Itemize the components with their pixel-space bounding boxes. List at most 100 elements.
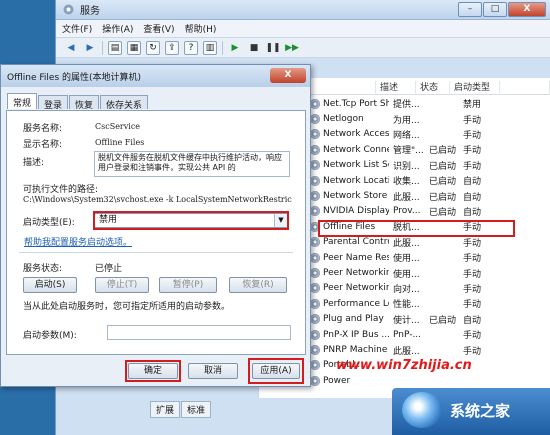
menu-action[interactable]: 操作(A) <box>102 22 133 35</box>
service-description: 此服... <box>393 238 420 249</box>
cancel-button[interactable]: 取消 <box>188 363 238 379</box>
start-service-icon[interactable]: ▶ <box>228 41 242 55</box>
description-label: 描述: <box>23 158 45 168</box>
dialog-tabs: 常规 登录 恢复 依存关系 <box>7 93 149 111</box>
column-header-startup[interactable]: 启动类型 <box>450 81 500 95</box>
menu-help[interactable]: 帮助(H) <box>185 22 217 35</box>
service-status: 已启动 <box>429 192 457 203</box>
service-gear-icon <box>310 144 320 155</box>
service-name: Peer Name Res... <box>323 252 389 263</box>
watermark-url: www.win7zhijia.cn <box>336 358 472 373</box>
service-startup-type: 手动 <box>463 331 482 342</box>
service-name: Network Access ... <box>323 129 389 140</box>
service-name-value: CscService <box>95 122 141 131</box>
service-status: 已启动 <box>429 207 457 218</box>
services-toolbar: ◀ ▶ ▤ ▦ ↻ ⇪ ? ▥ ▶ ■ ❚❚ ▶▶ <box>56 38 550 58</box>
properties-dialog: Offline Files 的属性(本地计算机) X 常规 登录 恢复 依存关系… <box>0 64 311 387</box>
service-gear-icon <box>310 298 320 309</box>
toolbar-separator <box>222 40 223 55</box>
startup-type-highlight <box>93 211 289 230</box>
close-button[interactable]: X <box>508 2 546 17</box>
tab-extended[interactable]: 扩展 <box>150 401 181 418</box>
maximize-button[interactable]: □ <box>483 2 507 17</box>
window-caption-buttons: – □ X <box>457 2 546 17</box>
help-config-link[interactable]: 帮助我配置服务启动选项。 <box>24 235 132 248</box>
service-name: Performance Lo... <box>323 298 389 309</box>
service-startup-type: 手动 <box>463 254 482 265</box>
service-startup-type: 手动 <box>463 269 482 280</box>
service-status-label: 服务状态: <box>23 264 63 274</box>
stop-button[interactable]: 停止(T) <box>95 277 149 293</box>
service-startup-type: 手动 <box>463 161 482 172</box>
service-description: 识别... <box>393 161 420 172</box>
services-title: 服务 <box>80 6 100 17</box>
tab-recovery[interactable]: 恢复 <box>69 95 100 111</box>
start-button[interactable]: 启动(S) <box>23 277 77 293</box>
service-name: Netlogon <box>323 114 364 125</box>
service-startup-type: 禁用 <box>463 100 482 111</box>
service-name: NVIDIA Display ... <box>323 206 389 217</box>
start-param-hint: 当从此处启动服务时，您可指定所适用的启动参数。 <box>23 302 231 312</box>
back-arrow-icon[interactable]: ◀ <box>64 41 78 55</box>
service-name: Network Locatio... <box>323 175 389 186</box>
service-description: 此服... <box>393 346 420 357</box>
show-hide-icon[interactable]: ▥ <box>203 40 217 55</box>
menu-file[interactable]: 文件(F) <box>62 22 92 35</box>
service-status: 已启动 <box>429 146 457 157</box>
restart-service-icon[interactable]: ▶▶ <box>285 41 299 55</box>
startup-type-label: 启动类型(E): <box>23 218 75 228</box>
service-gear-icon <box>310 191 320 202</box>
pause-service-icon[interactable]: ❚❚ <box>265 41 280 55</box>
service-gear-icon <box>310 160 320 171</box>
service-description: 此服... <box>393 192 420 203</box>
service-startup-type: 手动 <box>463 238 482 249</box>
service-gear-icon <box>310 345 320 356</box>
column-header-description[interactable]: 描述 <box>376 81 416 95</box>
start-params-input[interactable] <box>107 325 291 340</box>
properties-icon[interactable]: ▦ <box>127 40 141 55</box>
dialog-title: Offline Files 的属性(本地计算机) <box>1 65 310 87</box>
display-name-value: Offline Files <box>95 138 145 147</box>
column-header-status[interactable]: 状态 <box>416 81 450 95</box>
service-name: Power <box>323 375 351 386</box>
export-list-icon[interactable]: ⇪ <box>165 40 179 55</box>
tab-general[interactable]: 常规 <box>7 93 38 109</box>
tab-logon[interactable]: 登录 <box>38 95 69 111</box>
forward-arrow-icon[interactable]: ▶ <box>83 41 97 55</box>
service-description: 使计... <box>393 315 420 326</box>
service-gear-icon <box>310 314 320 325</box>
service-gear-icon <box>310 283 320 294</box>
service-name-label: 服务名称: <box>23 124 63 134</box>
service-description: 提供... <box>393 100 420 111</box>
service-startup-type: 自动 <box>463 207 482 218</box>
column-header-logon[interactable] <box>500 81 550 95</box>
service-description: Prov... <box>393 206 421 217</box>
service-gear-icon <box>310 98 320 109</box>
pause-button[interactable]: 暂停(P) <box>159 277 217 293</box>
service-name: Plug and Play <box>323 314 384 325</box>
service-status: 已启动 <box>429 161 457 172</box>
service-startup-type: 手动 <box>463 346 482 357</box>
apply-highlight <box>248 358 304 384</box>
help-icon[interactable]: ? <box>184 40 198 55</box>
tab-standard[interactable]: 标准 <box>181 401 212 418</box>
service-name: Network Connec... <box>323 144 389 155</box>
service-startup-type: 自动 <box>463 315 482 326</box>
offline-files-highlight <box>318 220 515 237</box>
service-gear-icon <box>310 329 320 340</box>
resume-button[interactable]: 恢复(R) <box>229 277 287 293</box>
services-gear-icon <box>62 3 75 16</box>
service-name: Peer Networkin... <box>323 268 389 279</box>
service-startup-type: 手动 <box>463 130 482 141</box>
refresh-icon[interactable]: ↻ <box>146 40 160 55</box>
menu-view[interactable]: 查看(V) <box>143 22 174 35</box>
services-menu-bar: 文件(F) 操作(A) 查看(V) 帮助(H) <box>56 20 550 38</box>
stop-service-icon[interactable]: ■ <box>247 41 261 55</box>
service-name: Parental Controls <box>323 237 389 248</box>
dialog-close-button[interactable]: X <box>270 68 306 83</box>
console-tree-icon[interactable]: ▤ <box>108 40 122 55</box>
minimize-button[interactable]: – <box>458 2 482 17</box>
service-gear-icon <box>310 268 320 279</box>
general-tab-panel: 服务名称: CscService 显示名称: Offline Files 描述:… <box>6 110 306 355</box>
tab-dependencies[interactable]: 依存关系 <box>100 95 149 111</box>
